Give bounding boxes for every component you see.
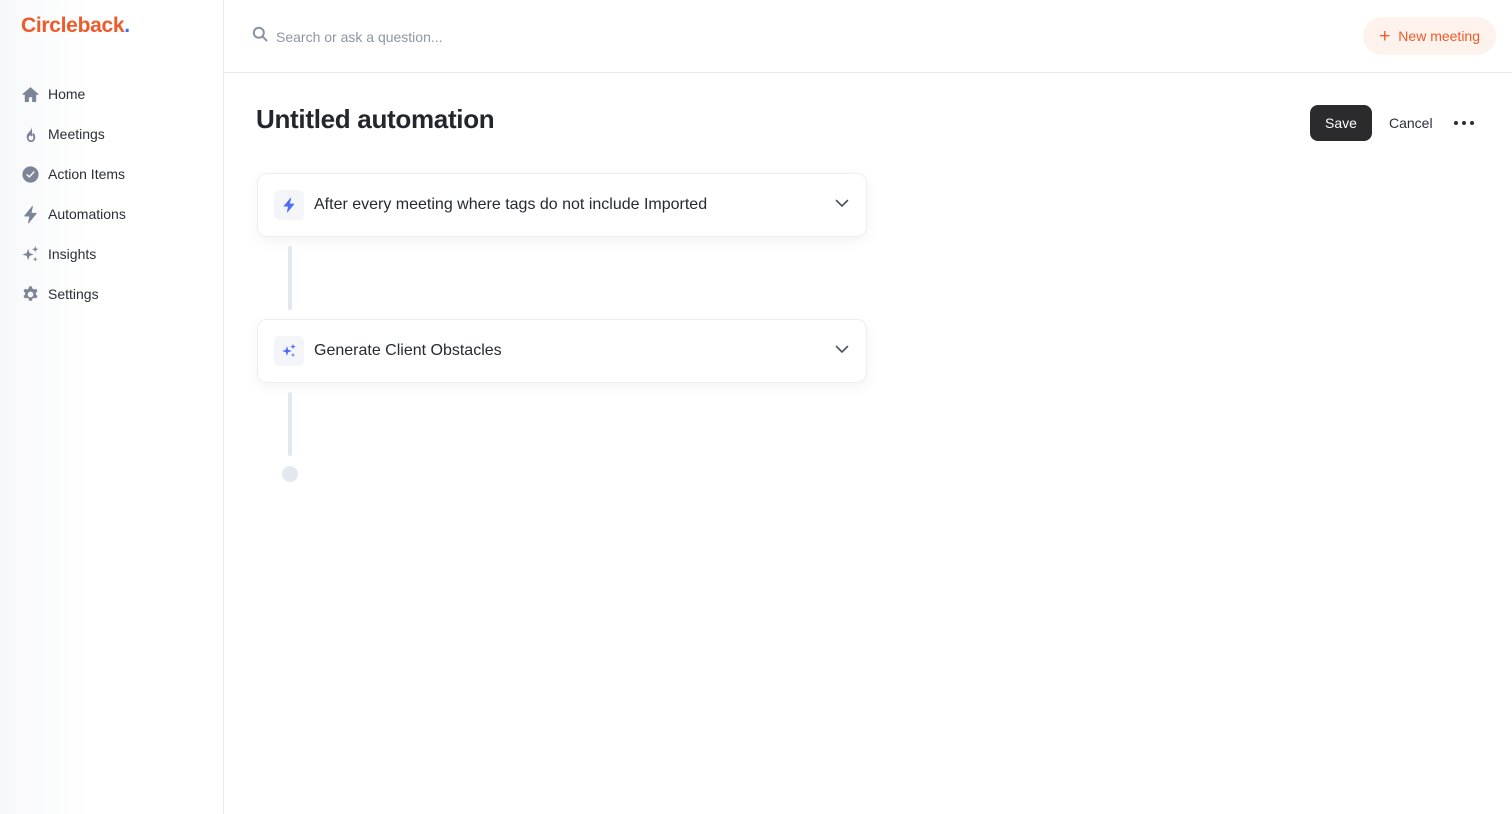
topbar: + New meeting (224, 0, 1512, 73)
cancel-button[interactable]: Cancel (1383, 105, 1439, 141)
flame-icon (20, 124, 40, 144)
sidebar: Circleback. Home Meetings Action Items A… (0, 0, 224, 814)
sparkles-icon (274, 336, 304, 366)
search-bar (252, 26, 676, 47)
action-step-label: Generate Client Obstacles (314, 342, 502, 359)
sidebar-item-settings[interactable]: Settings (20, 280, 200, 308)
sidebar-item-action-items[interactable]: Action Items (20, 160, 200, 188)
add-step-node[interactable] (282, 466, 298, 482)
lightning-icon (20, 204, 40, 224)
more-dot (1454, 121, 1458, 125)
app-root: Circleback. Home Meetings Action Items A… (0, 0, 1512, 814)
sidebar-item-label: Meetings (48, 126, 105, 142)
sidebar-item-label: Settings (48, 286, 99, 302)
page-title[interactable]: Untitled automation (256, 104, 495, 135)
search-input[interactable] (276, 28, 676, 45)
sidebar-item-label: Automations (48, 206, 126, 222)
more-options-icon[interactable] (1448, 108, 1480, 138)
gear-icon (20, 284, 40, 304)
plus-icon: + (1379, 25, 1391, 47)
trigger-step-label: After every meeting where tags do not in… (314, 196, 708, 213)
brand-logo[interactable]: Circleback. (21, 14, 130, 38)
chevron-down-icon[interactable] (834, 195, 850, 216)
lightning-icon (274, 190, 304, 220)
sidebar-nav: Home Meetings Action Items Automations I… (20, 80, 200, 320)
home-icon (20, 84, 40, 104)
action-step-card[interactable]: Generate Client Obstacles (257, 319, 867, 383)
sidebar-item-insights[interactable]: Insights (20, 240, 200, 268)
trigger-step-card[interactable]: After every meeting where tags do not in… (257, 173, 867, 237)
chevron-down-icon[interactable] (834, 341, 850, 362)
more-dot (1470, 121, 1474, 125)
search-icon (252, 26, 268, 47)
sidebar-item-label: Home (48, 86, 86, 102)
sidebar-item-meetings[interactable]: Meetings (20, 120, 200, 148)
brand-name: Circleback (21, 14, 125, 37)
more-dot (1462, 121, 1466, 125)
brand-dot: . (124, 14, 130, 37)
save-button[interactable]: Save (1310, 105, 1372, 141)
check-circle-icon (20, 164, 40, 184)
step-connector (288, 392, 292, 456)
step-connector (288, 246, 292, 310)
new-meeting-button[interactable]: + New meeting (1363, 17, 1496, 55)
new-meeting-label: New meeting (1398, 28, 1480, 44)
sidebar-item-home[interactable]: Home (20, 80, 200, 108)
sparkles-icon (20, 244, 40, 264)
sidebar-item-label: Action Items (48, 166, 126, 182)
sidebar-item-label: Insights (48, 246, 97, 262)
sidebar-item-automations[interactable]: Automations (20, 200, 200, 228)
